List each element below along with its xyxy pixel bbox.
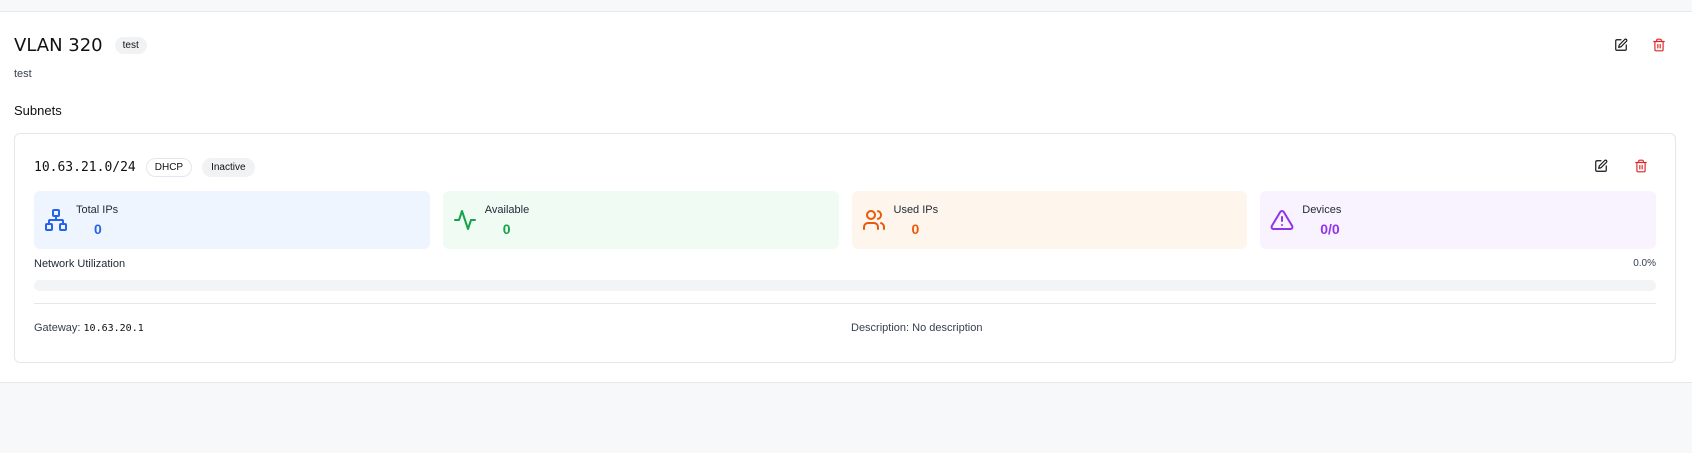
edit-subnet-button[interactable] — [1589, 154, 1613, 178]
stat-label: Available — [484, 203, 530, 216]
trash-icon — [1635, 159, 1647, 173]
edit-icon — [1615, 38, 1628, 51]
delete-vlan-button[interactable] — [1647, 33, 1671, 57]
description-label: Description: — [851, 322, 910, 334]
stat-value: 0 — [911, 220, 920, 237]
gateway-label: Gateway: — [34, 322, 81, 334]
dhcp-badge: DHCP — [145, 158, 193, 177]
subnet-header: 10.63.21.0/24 DHCP Inactive — [34, 158, 255, 177]
stat-used-ips: Used IPs 0 — [851, 191, 1248, 249]
divider — [34, 303, 1656, 304]
vlan-panel: VLAN 320 test test Subnets 10.63.21.0/24… — [0, 12, 1692, 383]
gateway-value: 10.63.20.1 — [83, 323, 144, 334]
stat-value: 0 — [94, 220, 102, 237]
stat-available: Available 0 — [442, 191, 839, 249]
stat-label: Used IPs — [893, 203, 939, 216]
delete-subnet-button[interactable] — [1629, 154, 1653, 178]
utilization-label: Network Utilization — [34, 258, 126, 270]
description-value: No description — [912, 322, 983, 334]
subnet-cidr: 10.63.21.0/24 — [34, 160, 136, 175]
edit-icon — [1595, 159, 1608, 172]
stat-value: 0 — [502, 220, 511, 237]
utilization-percent: 0.0% — [1633, 258, 1656, 269]
alert-triangle-icon — [1270, 208, 1294, 232]
vlan-description: test — [14, 68, 32, 80]
gateway-info: Gateway: 10.63.20.1 — [34, 322, 144, 334]
top-strip — [0, 0, 1692, 12]
subnets-heading: Subnets — [14, 103, 62, 118]
vlan-header: VLAN 320 test — [14, 35, 147, 56]
vlan-title: VLAN 320 — [14, 35, 103, 56]
activity-icon — [453, 208, 477, 232]
status-badge: Inactive — [202, 158, 255, 177]
utilization-bar — [34, 280, 1656, 291]
stat-devices: Devices 0/0 — [1260, 191, 1656, 249]
trash-icon — [1653, 38, 1665, 52]
description-info: Description: No description — [851, 322, 982, 334]
users-icon — [862, 208, 886, 232]
stat-total-ips: Total IPs 0 — [34, 191, 430, 249]
subnet-stats: Total IPs 0 Available 0 Used IPs 0 Devic… — [34, 191, 1656, 249]
stat-label: Devices — [1302, 203, 1342, 216]
subnet-card: 10.63.21.0/24 DHCP Inactive Total IPs 0 — [14, 133, 1676, 363]
stat-label: Total IPs — [76, 203, 119, 216]
network-icon — [44, 208, 68, 232]
stat-value: 0/0 — [1320, 220, 1340, 237]
vlan-tag: test — [114, 37, 147, 54]
edit-vlan-button[interactable] — [1609, 33, 1633, 57]
